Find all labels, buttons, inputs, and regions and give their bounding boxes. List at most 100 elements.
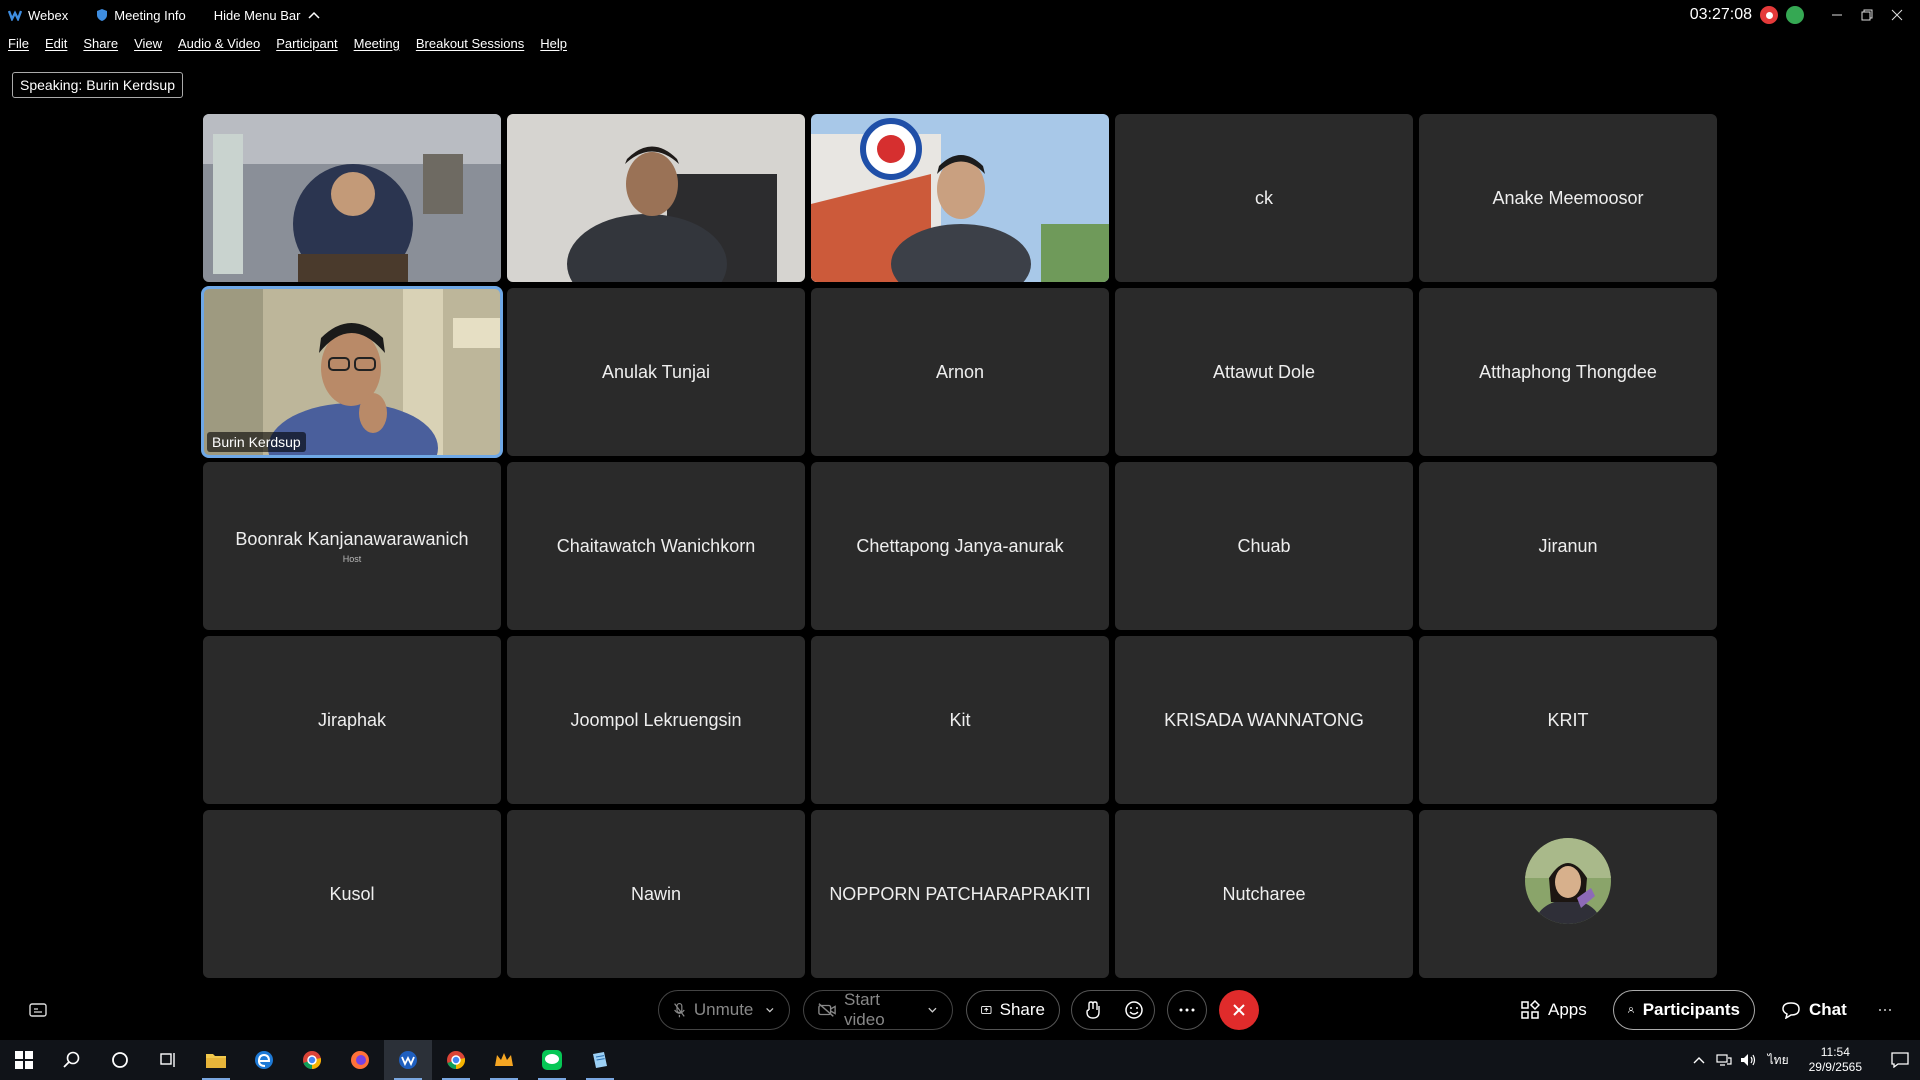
input-language-indicator[interactable]: ไทย (1768, 1051, 1789, 1070)
chevron-down-icon (766, 1007, 774, 1013)
participants-button[interactable]: Participants (1613, 990, 1755, 1030)
participant-tile[interactable]: KRISADA WANNATONG (1115, 636, 1413, 804)
menu-view[interactable]: View (134, 36, 162, 51)
participant-tile[interactable]: NOPPORN PATCHARAPRAKITI (811, 810, 1109, 978)
participant-name: Anulak Tunjai (601, 361, 711, 382)
taskbar-app-crown[interactable] (480, 1040, 528, 1080)
participant-video-feed (203, 114, 501, 282)
participant-tile[interactable]: ck (1115, 114, 1413, 282)
taskbar-chrome[interactable] (288, 1040, 336, 1080)
participant-tile[interactable] (1419, 810, 1717, 978)
participant-role: Host (342, 553, 362, 564)
menu-bar: File Edit Share View Audio & Video Parti… (0, 32, 583, 54)
participant-video-tile[interactable] (203, 114, 501, 282)
task-view-icon (160, 1053, 175, 1067)
participant-tile[interactable]: Joompol Lekruengsin (507, 636, 805, 804)
raise-hand-icon (1085, 1001, 1100, 1019)
participant-tile[interactable]: Anulak Tunjai (507, 288, 805, 456)
chevron-down-icon (928, 1007, 937, 1013)
action-center-button[interactable] (1880, 1040, 1920, 1080)
participant-video-tile[interactable] (507, 114, 805, 282)
menu-meeting[interactable]: Meeting (354, 36, 400, 51)
participant-tile[interactable]: Jiranun (1419, 462, 1717, 630)
reactions-group (1071, 990, 1155, 1030)
participant-name: KRIT (1547, 709, 1589, 730)
network-button[interactable] (1712, 1040, 1736, 1080)
raise-hand-button[interactable] (1072, 990, 1113, 1030)
participant-tile[interactable]: Boonrak Kanjanawarawanich Host (203, 462, 501, 630)
participant-tile[interactable]: Nawin (507, 810, 805, 978)
participant-tile[interactable]: Chettapong Janya-anurak (811, 462, 1109, 630)
apps-button[interactable]: Apps (1520, 990, 1587, 1030)
chat-button[interactable]: Chat (1781, 990, 1847, 1030)
cortana-button[interactable] (96, 1040, 144, 1080)
volume-button[interactable] (1736, 1040, 1760, 1080)
participant-video-tile[interactable] (811, 114, 1109, 282)
search-button[interactable] (48, 1040, 96, 1080)
participant-name: Boonrak Kanjanawarawanich (235, 528, 469, 549)
taskbar-clock[interactable]: 11:54 29/9/2565 (1809, 1045, 1862, 1075)
avatar-photo-image (1525, 838, 1611, 924)
show-hidden-icons-button[interactable] (1686, 1040, 1712, 1080)
participant-name: KRISADA WANNATONG (1164, 709, 1364, 730)
more-options-button[interactable] (1167, 990, 1207, 1030)
minimize-button[interactable] (1822, 0, 1852, 30)
participant-name: Chuab (1237, 535, 1291, 556)
closed-captions-icon (29, 1003, 47, 1017)
restore-button[interactable] (1852, 0, 1882, 30)
network-health-icon[interactable] (1786, 6, 1804, 24)
reactions-button[interactable] (1113, 990, 1154, 1030)
close-button[interactable] (1882, 0, 1912, 30)
participant-tile[interactable]: Chuab (1115, 462, 1413, 630)
start-button[interactable] (0, 1040, 48, 1080)
system-tray: ไทย 11:54 29/9/2565 (1686, 1040, 1920, 1080)
share-button[interactable]: Share (966, 990, 1060, 1030)
menu-audio-video[interactable]: Audio & Video (178, 36, 260, 51)
participant-tile[interactable]: Jiraphak (203, 636, 501, 804)
menu-breakout-sessions[interactable]: Breakout Sessions (416, 36, 524, 51)
menu-help[interactable]: Help (540, 36, 567, 51)
meeting-info-button[interactable]: Meeting Info (96, 8, 186, 23)
menu-share[interactable]: Share (83, 36, 118, 51)
chevron-up-icon (1693, 1057, 1705, 1064)
app-name: Webex (28, 7, 69, 23)
participant-tile[interactable]: Chaitawatch Wanichkorn (507, 462, 805, 630)
taskbar-line[interactable] (528, 1040, 576, 1080)
taskbar-file-explorer[interactable] (192, 1040, 240, 1080)
participant-name: Kit (949, 709, 971, 730)
participant-tile[interactable]: Attawut Dole (1115, 288, 1413, 456)
apps-label: Apps (1548, 1000, 1587, 1019)
participant-tile[interactable]: Nutcharee (1115, 810, 1413, 978)
more-icon (1879, 1009, 1891, 1011)
shield-icon (97, 9, 108, 21)
participant-tile[interactable]: Anake Meemoosor (1419, 114, 1717, 282)
overflow-menu-button[interactable] (1878, 990, 1900, 1030)
active-speaker-tile[interactable]: Burin Kerdsup (201, 286, 503, 458)
network-icon (1716, 1054, 1732, 1066)
taskbar-notepad[interactable] (576, 1040, 624, 1080)
participant-tile[interactable]: KRIT (1419, 636, 1717, 804)
participant-tile[interactable]: Arnon (811, 288, 1109, 456)
chat-icon (1782, 1002, 1800, 1019)
hide-menu-bar-button[interactable]: Hide Menu Bar (214, 8, 327, 23)
taskbar-edge[interactable] (240, 1040, 288, 1080)
recording-icon[interactable] (1760, 6, 1778, 24)
hide-menu-label: Hide Menu Bar (213, 7, 301, 23)
menu-participant[interactable]: Participant (276, 36, 337, 51)
taskbar-webex[interactable] (384, 1040, 432, 1080)
participant-name: Attawut Dole (1212, 361, 1316, 382)
taskbar-firefox[interactable] (336, 1040, 384, 1080)
unmute-button[interactable]: Unmute (658, 990, 790, 1030)
menu-file[interactable]: File (8, 36, 29, 51)
closed-captions-button[interactable] (20, 990, 64, 1030)
participant-tile[interactable]: Kusol (203, 810, 501, 978)
title-bar: Webex Meeting Info Hide Menu Bar 03:27:0… (0, 0, 1920, 30)
participant-tile[interactable]: Atthaphong Thongdee (1419, 288, 1717, 456)
task-view-button[interactable] (144, 1040, 192, 1080)
start-video-button[interactable]: Start video (803, 990, 953, 1030)
taskbar-chrome-profile[interactable] (432, 1040, 480, 1080)
participant-tile[interactable]: Kit (811, 636, 1109, 804)
start-video-label: Start video (844, 990, 885, 1029)
leave-meeting-button[interactable] (1219, 990, 1259, 1030)
menu-edit[interactable]: Edit (45, 36, 67, 51)
